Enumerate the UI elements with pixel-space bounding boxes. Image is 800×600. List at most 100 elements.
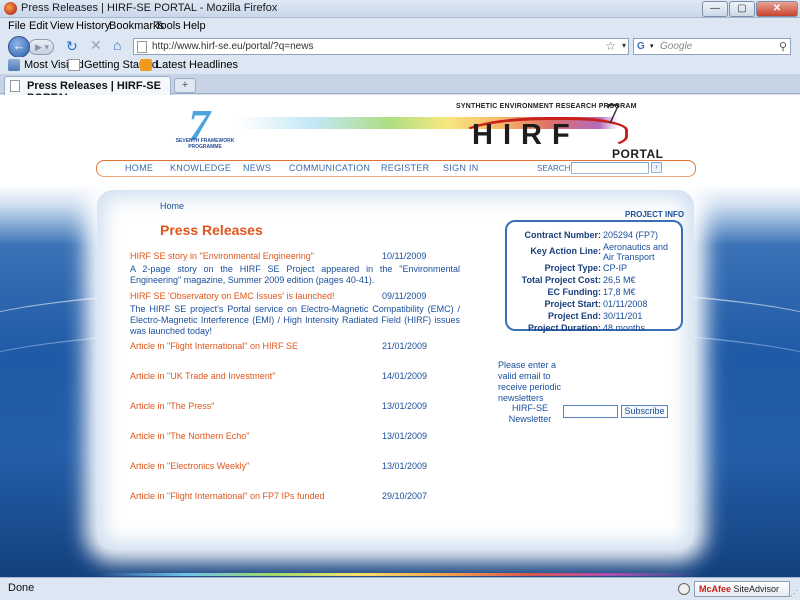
newsletter-email-input[interactable] [563, 405, 618, 418]
google-icon[interactable]: G [637, 41, 649, 53]
news-date: 09/11/2009 [382, 291, 427, 301]
menu-history[interactable]: History [76, 20, 110, 32]
breadcrumb[interactable]: Home [160, 201, 184, 211]
tab-press-releases[interactable]: Press Releases | HIRF-SE PORTAL [4, 76, 171, 104]
news-title-link[interactable]: Article in "The Northern Echo" [130, 431, 249, 441]
back-button[interactable]: ← [8, 36, 30, 58]
nav-news[interactable]: NEWS [243, 163, 271, 173]
info-value: 17,8 M€ [603, 287, 636, 297]
news-title-link[interactable]: Article in "The Press" [130, 401, 214, 411]
info-key: Project Duration: [527, 323, 601, 333]
news-date: 14/01/2009 [382, 371, 428, 381]
status-icon[interactable] [678, 583, 690, 595]
tab-bar: Press Releases | HIRF-SE PORTAL + [0, 74, 800, 104]
page-title: Press Releases [160, 222, 263, 238]
url-text[interactable]: http://www.hirf-se.eu/portal/?q=news [152, 41, 313, 52]
home-icon[interactable]: ⌂ [113, 37, 121, 53]
info-key: EC Funding: [547, 287, 602, 297]
menu-help[interactable]: Help [183, 20, 206, 32]
news-title-link[interactable]: HIRF SE story in "Environmental Engineer… [130, 251, 314, 261]
forward-button[interactable]: ▶ ▾ [28, 39, 54, 55]
browser-search-box[interactable]: G ▾ Google ⚲ [633, 38, 791, 55]
mcafee-siteadvisor-button[interactable]: McAfee SiteAdvisor [694, 581, 790, 597]
site-search-input[interactable] [571, 162, 649, 174]
window-title: Press Releases | HIRF-SE PORTAL - Mozill… [21, 2, 278, 14]
info-key: Key Action Line: [530, 246, 601, 256]
news-date: 29/10/2007 [382, 491, 428, 501]
subscribe-button[interactable]: Subscribe [621, 405, 668, 418]
site-search-label: SEARCH [537, 164, 571, 173]
fp7-text: SEVENTH FRAMEWORK PROGRAMME [175, 138, 235, 150]
newsletter-label: HIRF-SE Newsletter [508, 403, 552, 424]
status-text: Done [8, 582, 35, 594]
project-info-label: PROJECT INFO [625, 210, 685, 219]
new-tab-button[interactable]: + [174, 78, 196, 93]
address-bar[interactable]: http://www.hirf-se.eu/portal/?q=news ☆ ▾ [133, 38, 629, 55]
nav-home[interactable]: HOME [125, 163, 153, 173]
bookmark-star-icon[interactable]: ☆ [605, 39, 616, 53]
maximize-button[interactable]: ▢ [729, 1, 755, 17]
news-date: 10/11/2009 [382, 251, 427, 261]
url-dropdown-icon[interactable]: ▾ [622, 41, 626, 50]
site-search-go-button[interactable]: › [651, 162, 662, 173]
info-value: 30/11/201 [603, 311, 643, 321]
news-date: 13/01/2009 [382, 431, 428, 441]
firefox-icon [4, 2, 17, 15]
reload-icon[interactable]: ↻ [66, 38, 78, 55]
project-info-box: Contract Number: 205294 (FP7) Key Action… [505, 220, 683, 333]
news-title-link[interactable]: Article in "Electronics Weekly" [130, 461, 249, 471]
nav-sign-in[interactable]: SIGN IN [443, 163, 479, 173]
window-titlebar: Press Releases | HIRF-SE PORTAL - Mozill… [0, 0, 800, 18]
rss-icon [140, 59, 152, 71]
news-title-link[interactable]: Article in "UK Trade and Investment" [130, 371, 275, 381]
page-icon [68, 59, 80, 71]
news-date: 21/01/2009 [382, 341, 428, 351]
search-engine-dropdown-icon[interactable]: ▾ [650, 42, 654, 50]
bookmark-latest-headlines[interactable]: Latest Headlines [140, 59, 238, 71]
info-value: 205294 (FP7) [603, 230, 659, 240]
info-value: CP-IP [603, 263, 628, 273]
news-title-link[interactable]: Article in "Flight International" on FP7… [130, 491, 325, 501]
page-icon [10, 80, 20, 92]
bookmarks-toolbar: Most Visited Getting Started Latest Head… [0, 57, 800, 74]
info-value: 01/11/2008 [603, 299, 648, 309]
info-key: Contract Number: [524, 230, 601, 240]
info-key: Project Start: [544, 299, 601, 309]
page-viewport: 7 SEVENTH FRAMEWORK PROGRAMME SYNTHETIC … [0, 95, 800, 577]
logo-seven: 7 [606, 99, 620, 130]
info-key: Project End: [547, 311, 601, 321]
newsletter-prompt: Please enter a valid email to receive pe… [498, 360, 562, 403]
search-placeholder[interactable]: Google [660, 41, 692, 52]
portal-text: PORTAL [612, 147, 664, 161]
fp7-logo[interactable]: 7 SEVENTH FRAMEWORK PROGRAMME [170, 100, 240, 152]
info-key: Project Type: [544, 263, 601, 273]
info-key: Total Project Cost: [521, 275, 601, 285]
info-value: Aeronautics and Air Transport [603, 242, 669, 262]
news-description: A 2-page story on the HIRF SE Project ap… [130, 264, 460, 285]
menu-view[interactable]: View [50, 20, 74, 32]
footer-rainbow [100, 573, 700, 576]
close-button[interactable]: ✕ [756, 1, 798, 17]
mcafee-label: SiteAdvisor [731, 584, 780, 594]
nav-knowledge[interactable]: KNOWLEDGE [170, 163, 231, 173]
status-bar: Done McAfee SiteAdvisor ⋰ [0, 577, 800, 600]
menu-edit[interactable]: Edit [29, 20, 48, 32]
bookmark-label: Latest Headlines [156, 59, 238, 71]
nav-register[interactable]: REGISTER [381, 163, 429, 173]
most-visited-icon [8, 59, 20, 71]
page-icon [137, 41, 147, 53]
logo-text: HIRF [472, 119, 580, 151]
resize-grip-icon[interactable]: ⋰ [790, 589, 798, 598]
search-icon[interactable]: ⚲ [779, 40, 787, 53]
news-date: 13/01/2009 [382, 401, 428, 411]
menu-file[interactable]: File [8, 20, 26, 32]
menu-bar: File Edit View History Bookmarks Tools H… [0, 18, 800, 35]
window-controls: — ▢ ✕ [701, 1, 798, 17]
news-title-link[interactable]: HIRF SE 'Observatory on EMC Issues' is l… [130, 291, 335, 301]
nav-communication[interactable]: COMMUNICATION [289, 163, 370, 173]
news-title-link[interactable]: Article in "Flight International" on HIR… [130, 341, 298, 351]
minimize-button[interactable]: — [702, 1, 728, 17]
news-date: 13/01/2009 [382, 461, 428, 471]
stop-icon[interactable]: ✕ [90, 37, 102, 54]
menu-tools[interactable]: Tools [155, 20, 181, 32]
